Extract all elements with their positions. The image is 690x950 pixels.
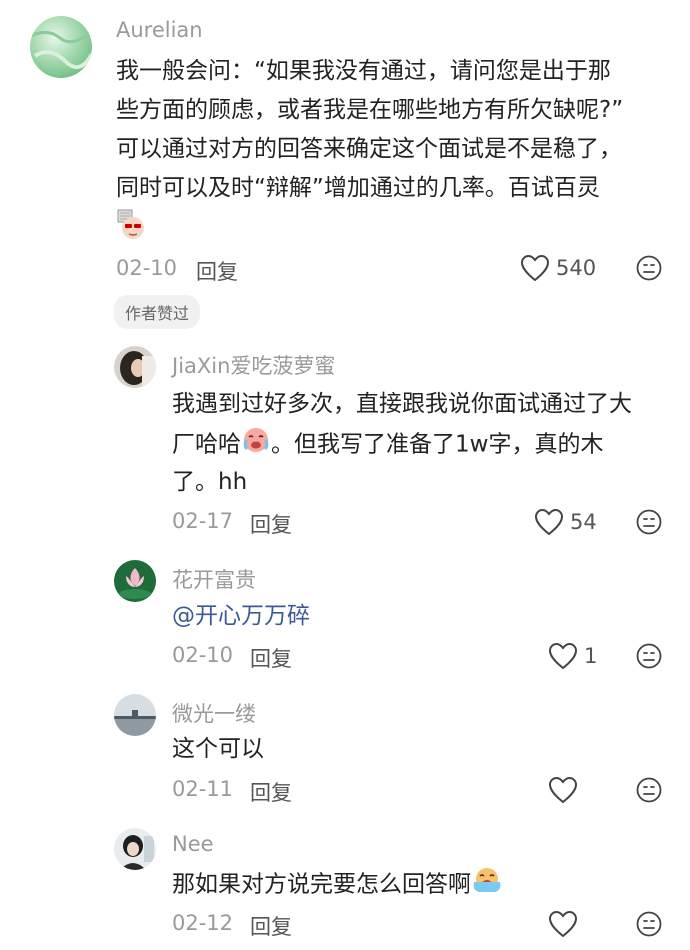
reply-button[interactable]: 回复: [250, 911, 292, 941]
comment-date: 02-17: [172, 509, 234, 533]
comment-date: 02-12: [172, 911, 234, 935]
avatar[interactable]: [30, 16, 92, 78]
comment-text-line: 同时可以及时“辩解”增加通过的几率。百试百灵: [116, 175, 600, 201]
comment-date: 02-11: [172, 777, 234, 801]
username[interactable]: Aurelian: [116, 18, 203, 42]
username[interactable]: 微光一缕: [172, 698, 256, 728]
comment-date: 02-10: [172, 643, 234, 667]
comment-text-segment: 那如果对方说完要怎么回答啊: [172, 871, 471, 898]
dislike-button[interactable]: [636, 643, 662, 669]
crying-laugh-emoji-icon: [471, 864, 503, 906]
dislike-button[interactable]: [636, 255, 662, 281]
dislike-button[interactable]: [636, 777, 662, 803]
like-count: 54: [570, 510, 597, 534]
comment-text-line: 厂哈哈 。但我写了准备了1w字，真的木: [172, 424, 603, 466]
reply-button[interactable]: 回复: [250, 777, 292, 807]
author-liked-badge: 作者赞过: [114, 295, 201, 329]
username[interactable]: Nee: [172, 832, 214, 856]
dislike-button[interactable]: [636, 911, 662, 937]
avatar[interactable]: [114, 694, 156, 736]
mask-face-sticker-icon: [116, 208, 146, 240]
heart-outline-icon: [520, 254, 550, 282]
comment-date: 02-10: [116, 256, 178, 280]
comment-text-line: 可以通过对方的回答来确定这个面试是不是稳了，: [116, 136, 622, 162]
avatar[interactable]: [114, 346, 156, 388]
like-button[interactable]: 54: [534, 508, 597, 536]
heart-outline-icon: [534, 508, 564, 536]
meh-face-icon: [636, 255, 662, 281]
avatar[interactable]: [114, 560, 156, 602]
comment-text-line: 这个可以: [172, 736, 264, 762]
meh-face-icon: [636, 643, 662, 669]
comment-text-segment: 。但我写了准备了1w字，真的木: [271, 431, 604, 458]
like-count: 540: [556, 256, 597, 280]
comment-text-line: 我一般会问：“如果我没有通过，请问您是出于那: [116, 58, 611, 84]
comment-text-line: 那如果对方说完要怎么回答啊: [172, 864, 503, 906]
mention-link[interactable]: @开心万万碎: [172, 597, 310, 635]
meh-face-icon: [636, 509, 662, 535]
comment-text-line: 我遇到过好多次，直接跟我说你面试通过了大: [172, 391, 632, 417]
meh-face-icon: [636, 911, 662, 937]
reply-button[interactable]: 回复: [250, 643, 292, 673]
comment-text-line: 些方面的顾虑，或者我是在哪些地方有所欠缺呢?”: [116, 97, 624, 123]
crying-laugh-emoji-icon: [241, 424, 271, 466]
like-count: 1: [584, 644, 598, 668]
dislike-button[interactable]: [636, 509, 662, 535]
like-button[interactable]: 1: [548, 642, 597, 670]
username[interactable]: JiaXin爱吃菠萝蜜: [172, 350, 335, 380]
heart-outline-icon: [548, 776, 578, 804]
heart-outline-icon: [548, 642, 578, 670]
comment-text-segment: 厂哈哈: [172, 431, 241, 458]
reply-button[interactable]: 回复: [250, 509, 292, 539]
comment-text-line: 了。hh: [172, 469, 248, 495]
like-button[interactable]: [548, 776, 578, 804]
username[interactable]: 花开富贵: [172, 564, 256, 594]
heart-outline-icon: [548, 910, 578, 938]
meh-face-icon: [636, 777, 662, 803]
like-button[interactable]: 540: [520, 254, 596, 282]
reply-button[interactable]: 回复: [196, 256, 238, 286]
like-button[interactable]: [548, 910, 578, 938]
avatar[interactable]: [114, 828, 156, 870]
